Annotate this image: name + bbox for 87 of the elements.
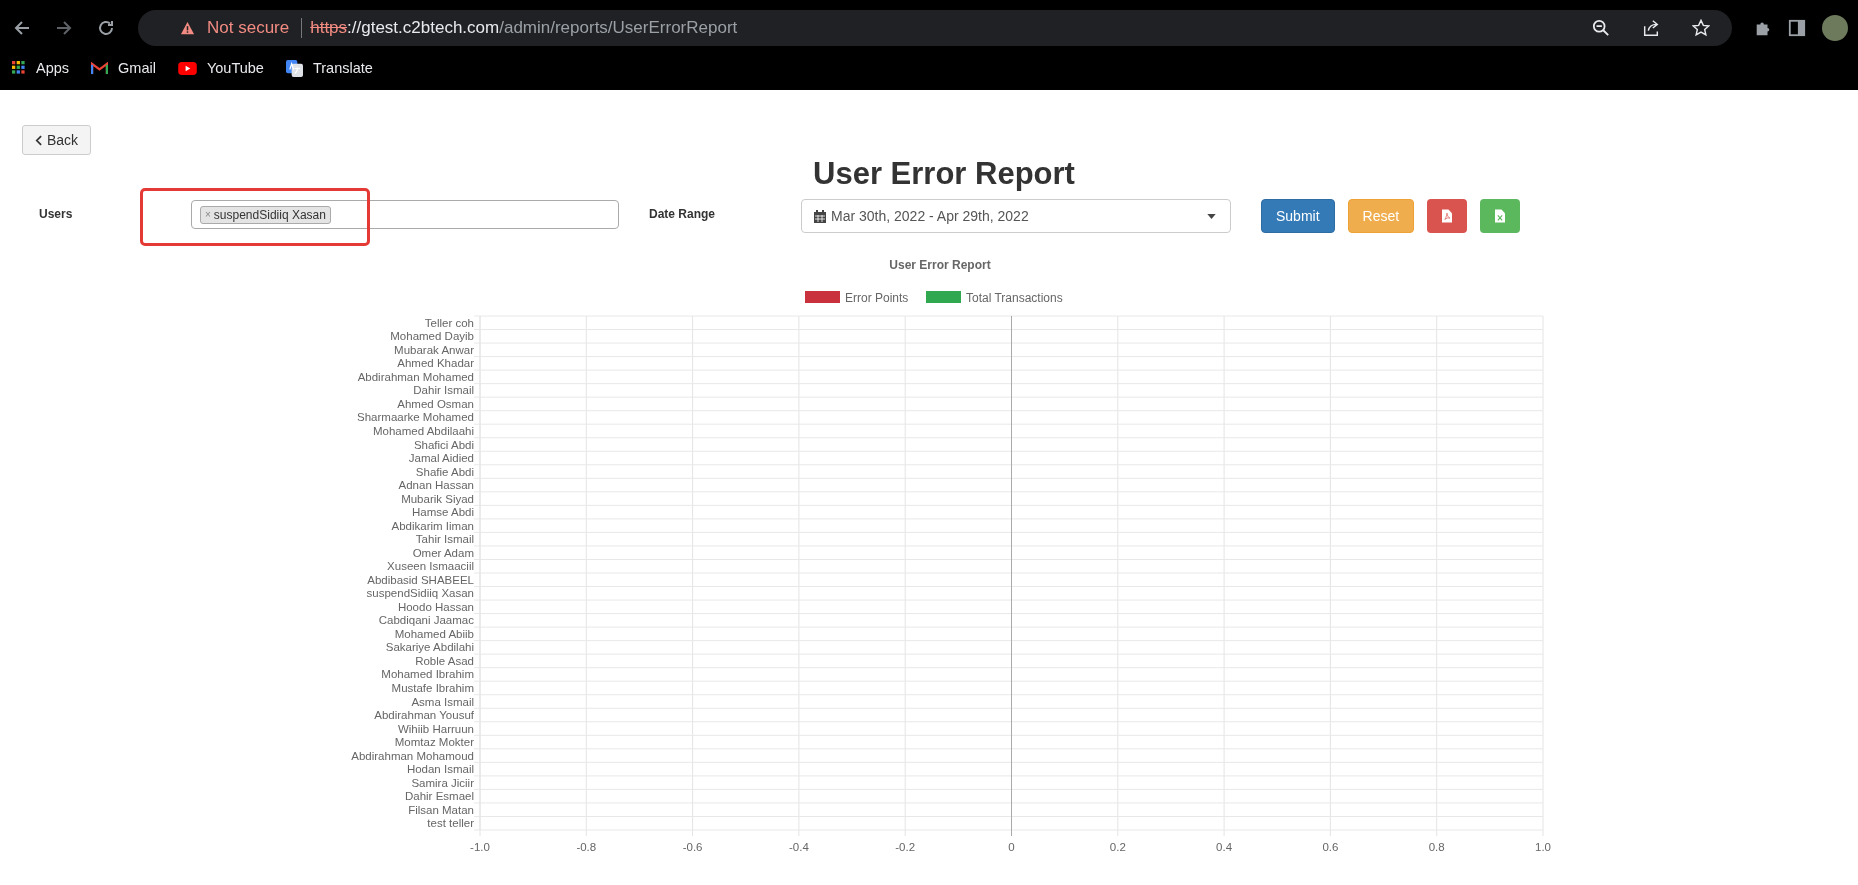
x-axis-label: -0.8 (576, 841, 597, 853)
y-axis-label: Mustafe Ibrahim (391, 681, 474, 694)
chart-title: User Error Report (889, 258, 991, 272)
users-select[interactable]: × suspendSidiiq Xasan (191, 200, 619, 229)
legend-item[interactable]: Error Points (805, 291, 909, 305)
y-axis-label: Dahir Esmael (404, 790, 474, 803)
x-axis-label: -1.0 (470, 841, 490, 853)
share-icon[interactable] (1642, 19, 1660, 37)
back-button[interactable]: Back (22, 125, 92, 155)
legend-item[interactable]: Total Transactions (926, 291, 1063, 305)
y-axis-label: Tahir Ismail (415, 533, 474, 546)
y-axis-label: Mubarik Siyad (401, 492, 474, 505)
y-axis-label: Filsan Matan (408, 803, 474, 816)
y-axis-label: Momtaz Mokter (394, 736, 474, 749)
date-range-value: Mar 30th, 2022 - Apr 29th, 2022 (831, 208, 1029, 224)
y-axis-label: Abdirahman Mohamed (357, 370, 474, 383)
bookmark-item[interactable]: Translate (285, 59, 373, 77)
caret-icon (1207, 213, 1216, 219)
avatar-icon[interactable] (1822, 15, 1848, 41)
grid-icon (12, 61, 26, 75)
x-axis-label: 1.0 (1535, 841, 1551, 853)
y-axis-label: Mohamed Dayib (390, 330, 474, 343)
play-icon (177, 61, 197, 75)
mail-icon (91, 61, 109, 75)
y-axis-label: Dahir Ismail (413, 384, 474, 397)
y-axis-label: Mohamed Abiib (394, 627, 474, 640)
x-axis-label: -0.6 (682, 841, 703, 853)
x-axis-label: 0.4 (1216, 841, 1233, 853)
star-icon[interactable] (1692, 19, 1710, 37)
x-axis-label: 0.8 (1428, 841, 1445, 853)
y-axis-label: Mubarak Anwar (394, 343, 474, 356)
y-axis-label: Wihiib Harruun (397, 722, 474, 735)
submit-button[interactable]: Submit (1261, 199, 1335, 233)
legend-label: Error Points (845, 291, 909, 305)
y-axis-label: Mohamed Abdilaahi (373, 424, 474, 437)
chevron-left-icon (35, 134, 42, 146)
calendar-icon (814, 209, 826, 223)
y-axis-label: Abdibasid SHABEEL (367, 573, 474, 586)
legend-label: Total Transactions (966, 291, 1063, 305)
users-label: Users (39, 207, 74, 221)
y-axis-label: Sharmaarke Mohamed (357, 411, 474, 424)
warning-icon (180, 20, 195, 36)
bookmark-item[interactable]: Apps (12, 60, 70, 76)
y-axis-label: Shafici Abdi (413, 438, 474, 451)
y-axis-label: Omer Adam (412, 546, 474, 559)
y-axis-label: Jamal Aidied (408, 452, 474, 465)
y-axis-label: test teller (427, 817, 474, 830)
y-axis-label: Hodan Ismail (406, 763, 474, 776)
address-bar[interactable]: Not secure https://gtest.c2btech.com/admin/reports/UserErrorReport (138, 10, 1732, 46)
tag-label: suspendSidiiq Xasan (213, 207, 326, 222)
y-axis-label: Abdikarim Iiman (391, 519, 474, 532)
y-axis-label: Asma Ismail (411, 695, 474, 708)
pdf-export-button[interactable] (1427, 199, 1468, 233)
date-range-picker[interactable]: Mar 30th, 2022 - Apr 29th, 2022 (801, 199, 1231, 233)
y-axis-label: Xuseen Ismaaciil (387, 560, 474, 573)
url-text: https://gtest.c2btech.com/admin/reports/UserErrorReport (310, 18, 738, 38)
y-axis-label: Samira Jiciir (411, 776, 474, 789)
x-axis-label: 0.6 (1322, 841, 1339, 853)
y-axis-label: Teller coh (424, 316, 474, 329)
reload-icon[interactable] (96, 18, 116, 38)
y-axis-label: Abdirahman Yousuf (374, 709, 474, 722)
y-axis-label: Shafie Abdi (415, 465, 474, 478)
bookmark-item[interactable]: Gmail (91, 60, 156, 76)
y-axis-label: suspendSidiiq Xasan (366, 587, 474, 600)
y-axis-label: Sakariye Abdilahi (385, 641, 474, 654)
y-axis-label: Mohamed Ibrahim (381, 668, 474, 681)
x-axis-label: 0 (1008, 841, 1015, 853)
y-axis-label: Hoodo Hassan (397, 600, 474, 613)
excel-file-icon (1495, 207, 1506, 225)
x-axis-label: -0.4 (789, 841, 809, 853)
y-axis-label: Roble Asad (415, 654, 474, 667)
side-panel-icon[interactable] (1788, 19, 1806, 37)
y-axis-label: Abdirahman Mohamoud (351, 749, 474, 762)
page-title: User Error Report (812, 157, 1076, 191)
y-axis-label: Ahmed Osman (397, 397, 474, 410)
zoom-out-icon[interactable] (1592, 19, 1610, 37)
y-axis-label: Adnan Hassan (398, 479, 474, 492)
bookmark-item[interactable]: YouTube (177, 60, 264, 76)
x-axis-label: -0.2 (895, 841, 916, 853)
translate-icon (285, 59, 303, 77)
y-axis-label: Cabdiqani Jaamac (378, 614, 474, 627)
pdf-file-icon (1442, 207, 1453, 225)
date-range-label: Date Range (649, 207, 717, 221)
y-axis-label: Hamse Abdi (412, 506, 474, 519)
x-axis-label: 0.2 (1109, 841, 1126, 853)
y-axis-label: Ahmed Khadar (397, 357, 474, 370)
security-label: Not secure (207, 18, 290, 38)
